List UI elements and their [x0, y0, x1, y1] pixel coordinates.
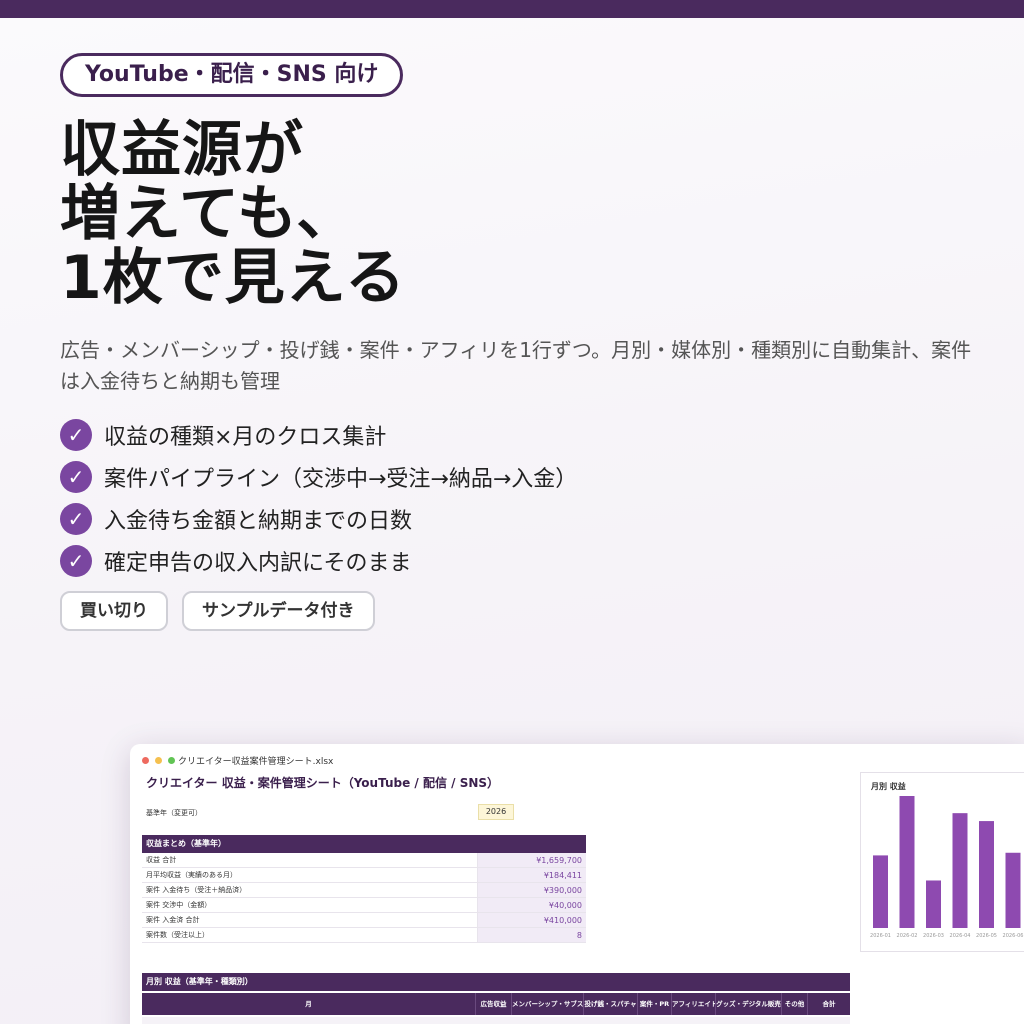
chart-bar	[1005, 852, 1021, 928]
minimize-dot-icon[interactable]	[155, 757, 162, 764]
spreadsheet-preview: クリエイター収益案件管理シート.xlsx クリエイター 収益・案件管理シート（Y…	[130, 744, 1024, 1024]
feature-item: ✓ 入金待ち金額と納期までの日数	[60, 498, 577, 540]
chart-bar	[899, 796, 915, 928]
summary-table: 収益まとめ（基準年） 収益 合計 ¥1,659,700 月平均収益（実績のある月…	[142, 835, 586, 943]
bar-chart-svg: 2026-01 2026-02 2026-03 2026-04 2026-05 2026-…	[870, 796, 1024, 939]
summary-label: 案件 交渉中（金額）	[142, 898, 478, 912]
summary-value[interactable]: ¥40,000	[478, 898, 586, 912]
chart-x-tick-label: 2026-02	[897, 933, 918, 939]
tag-one-time-purchase: 買い切り	[60, 591, 168, 631]
window-filename: クリエイター収益案件管理シート.xlsx	[178, 757, 334, 767]
summary-value[interactable]: ¥390,000	[478, 883, 586, 897]
column-header[interactable]: 月	[142, 993, 476, 1015]
chart-x-tick-label: 2026-04	[950, 933, 971, 939]
summary-value[interactable]: ¥184,411	[478, 868, 586, 882]
tag-sample-data: サンプルデータ付き	[182, 591, 375, 631]
table-row: 月平均収益（実績のある月） ¥184,411	[142, 868, 586, 883]
headline-line-1: 収益源が	[60, 115, 304, 185]
column-header[interactable]: 投げ銭・スパチャ	[584, 993, 638, 1015]
audience-badge: YouTube・配信・SNS 向け	[60, 53, 404, 97]
summary-value[interactable]: ¥410,000	[478, 913, 586, 927]
column-header[interactable]: メンバーシップ・サブスク	[512, 993, 584, 1015]
close-dot-icon[interactable]	[142, 757, 149, 764]
sheet-title: クリエイター 収益・案件管理シート（YouTube / 配信 / SNS）	[146, 776, 500, 790]
monthly-table-title: 月別 収益（基準年・種類別）	[142, 973, 850, 991]
table-row: 案件 交渉中（金額） ¥40,000	[142, 898, 586, 913]
table-row: 案件 入金済 合計 ¥410,000	[142, 913, 586, 928]
description: 広告・メンバーシップ・投げ銭・案件・アフィリを1行ずつ。月別・媒体別・種類別に自…	[60, 338, 972, 393]
feature-list: ✓ 収益の種類×月のクロス集計 ✓ 案件パイプライン（交渉中→受注→納品→入金）…	[60, 414, 577, 582]
chart-x-tick-label: 2026-01	[870, 933, 891, 939]
feature-label: 入金待ち金額と納期までの日数	[104, 509, 413, 534]
table-row: 収益 合計 ¥1,659,700	[142, 853, 586, 868]
tag-list: 買い切り サンプルデータ付き	[60, 591, 375, 631]
summary-label: 月平均収益（実績のある月）	[142, 868, 478, 882]
column-header[interactable]: その他	[782, 993, 808, 1015]
monthly-revenue-chart: 月別 収益 2026-01 2026-02 2026-03 2026-04 2026-0…	[860, 772, 1024, 952]
check-icon: ✓	[60, 545, 92, 577]
headline: 収益源が 増えても、 1枚で見える	[60, 118, 406, 310]
chart-bar	[873, 855, 888, 928]
table-row: 案件 入金待ち（受注＋納品済） ¥390,000	[142, 883, 586, 898]
column-header[interactable]: 合計	[808, 993, 850, 1015]
summary-label: 収益 合計	[142, 853, 478, 867]
maximize-dot-icon[interactable]	[168, 757, 175, 764]
window-controls	[142, 757, 175, 764]
column-header[interactable]: アフィリエイト	[672, 993, 716, 1015]
summary-label: 案件数（受注以上）	[142, 928, 478, 942]
feature-item: ✓ 収益の種類×月のクロス集計	[60, 414, 577, 456]
chart-bar	[979, 821, 994, 928]
feature-item: ✓ 確定申告の収入内訳にそのまま	[60, 540, 577, 582]
summary-title: 収益まとめ（基準年）	[142, 835, 586, 853]
headline-line-3: 1枚で見える	[60, 243, 406, 313]
chart-bar	[926, 880, 941, 928]
table-row: 案件数（受注以上） 8	[142, 928, 586, 943]
monthly-table-header: 月 広告収益 メンバーシップ・サブスク 投げ銭・スパチャ 案件・PR アフィリエ…	[142, 993, 850, 1015]
feature-label: 確定申告の収入内訳にそのまま	[104, 551, 412, 576]
feature-label: 案件パイプライン（交渉中→受注→納品→入金）	[104, 467, 578, 492]
check-icon: ✓	[60, 419, 92, 451]
table-row	[142, 1017, 850, 1024]
summary-value[interactable]: ¥1,659,700	[478, 853, 586, 867]
column-header[interactable]: 広告収益	[476, 993, 512, 1015]
headline-line-2: 増えても、	[60, 179, 358, 249]
top-accent-bar	[0, 0, 1024, 18]
summary-label: 案件 入金済 合計	[142, 913, 478, 927]
year-input[interactable]: 2026	[478, 804, 514, 820]
column-header[interactable]: グッズ・デジタル販売	[716, 993, 782, 1015]
summary-value[interactable]: 8	[478, 928, 586, 942]
chart-bar	[952, 813, 968, 928]
chart-x-tick-label: 2026-05	[976, 933, 997, 939]
check-icon: ✓	[60, 503, 92, 535]
check-icon: ✓	[60, 461, 92, 493]
feature-label: 収益の種類×月のクロス集計	[104, 425, 387, 450]
summary-label: 案件 入金待ち（受注＋納品済）	[142, 883, 478, 897]
chart-x-tick-label: 2026-06	[1003, 933, 1024, 939]
chart-x-tick-label: 2026-03	[923, 933, 944, 939]
column-header[interactable]: 案件・PR	[638, 993, 672, 1015]
feature-item: ✓ 案件パイプライン（交渉中→受注→納品→入金）	[60, 456, 577, 498]
year-label: 基準年（変更可）	[146, 809, 202, 817]
